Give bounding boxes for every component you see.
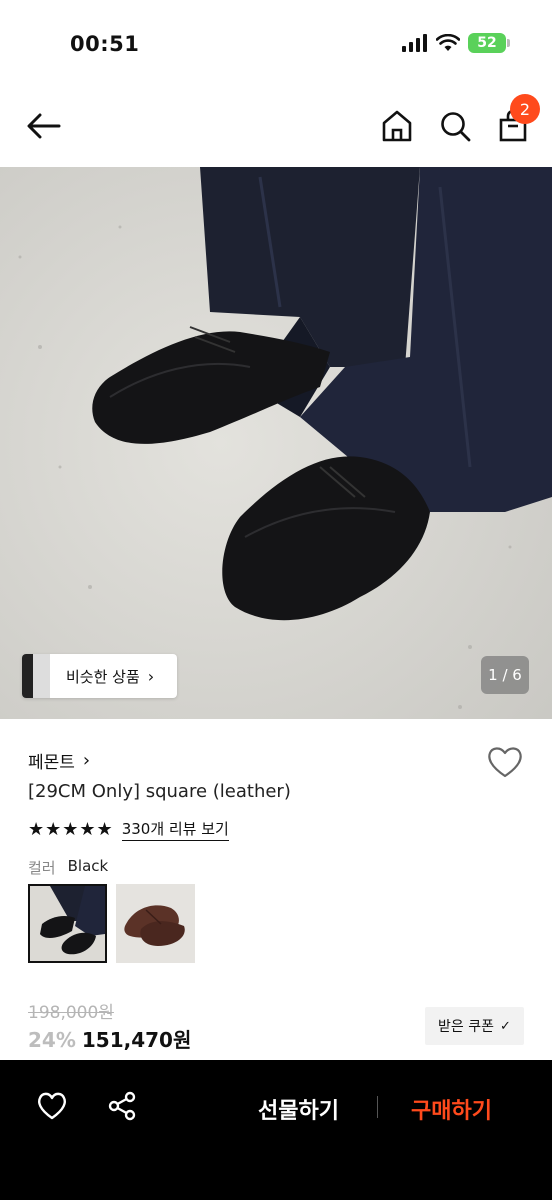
back-button[interactable]	[24, 108, 64, 144]
brand-link[interactable]: 페몬트 ›	[28, 748, 90, 773]
status-time: 00:51	[70, 32, 140, 56]
gift-button[interactable]: 선물하기	[258, 1093, 339, 1125]
color-row: 컬러 Black	[28, 857, 108, 878]
cart-count-badge: 2	[510, 94, 540, 124]
heart-icon	[488, 747, 522, 778]
sale-price: 151,470원	[81, 1028, 192, 1052]
status-icons: 52	[402, 33, 510, 53]
wishlist-button[interactable]	[486, 744, 524, 780]
black-shoe-thumbnail	[30, 886, 105, 961]
top-nav	[0, 88, 552, 166]
product-name: [29CM Only] square (leather)	[28, 781, 291, 802]
search-icon	[441, 112, 471, 142]
share-button[interactable]	[106, 1090, 138, 1122]
battery-level: 52	[477, 35, 497, 51]
product-photo	[0, 167, 552, 719]
color-swatch-black[interactable]	[28, 884, 107, 963]
color-swatch-brown[interactable]	[116, 884, 195, 963]
buy-button[interactable]: 구매하기	[411, 1093, 492, 1125]
like-button[interactable]	[36, 1090, 68, 1122]
original-price: 198,000원	[28, 1003, 114, 1023]
image-page-indicator: 1 / 6	[481, 656, 529, 694]
wifi-icon	[436, 34, 460, 51]
divider	[377, 1096, 378, 1118]
back-arrow-icon	[27, 113, 61, 139]
similar-products-label: 비슷한 상품	[66, 667, 140, 686]
rating-row: ★★★★★ 330개 리뷰 보기	[28, 818, 229, 841]
search-button[interactable]	[438, 108, 472, 144]
chevron-right-icon: ›	[147, 666, 155, 686]
product-image-carousel[interactable]: 비슷한 상품 › 1 / 6	[0, 167, 552, 719]
home-button[interactable]	[380, 108, 414, 144]
reviews-link[interactable]: 330개 리뷰 보기	[121, 818, 229, 841]
color-value: Black	[67, 857, 109, 875]
bottom-action-bar: 선물하기 구매하기	[0, 1060, 552, 1200]
chevron-right-icon: ›	[82, 750, 91, 771]
brown-shoe-thumbnail	[116, 884, 195, 963]
share-icon	[108, 1091, 136, 1121]
received-coupon-button[interactable]: 받은 쿠폰 ✓	[425, 1007, 524, 1045]
home-icon	[382, 110, 412, 142]
heart-icon	[38, 1092, 66, 1120]
star-rating-icon: ★★★★★	[28, 819, 114, 840]
coupon-label: 받은 쿠폰	[438, 1019, 495, 1035]
discount-rate: 24%	[28, 1028, 76, 1052]
brand-name: 페몬트	[28, 753, 75, 773]
battery-icon: 52	[468, 33, 510, 53]
similar-product-thumbnail	[22, 654, 50, 698]
signal-icon	[402, 34, 427, 52]
price-row: 24% 151,470원	[28, 1024, 191, 1053]
status-bar: 00:51 52	[0, 0, 552, 88]
color-label: 컬러	[28, 859, 56, 877]
checkmark-icon: ✓	[500, 1018, 511, 1034]
similar-products-button[interactable]: 비슷한 상품 ›	[22, 654, 177, 698]
